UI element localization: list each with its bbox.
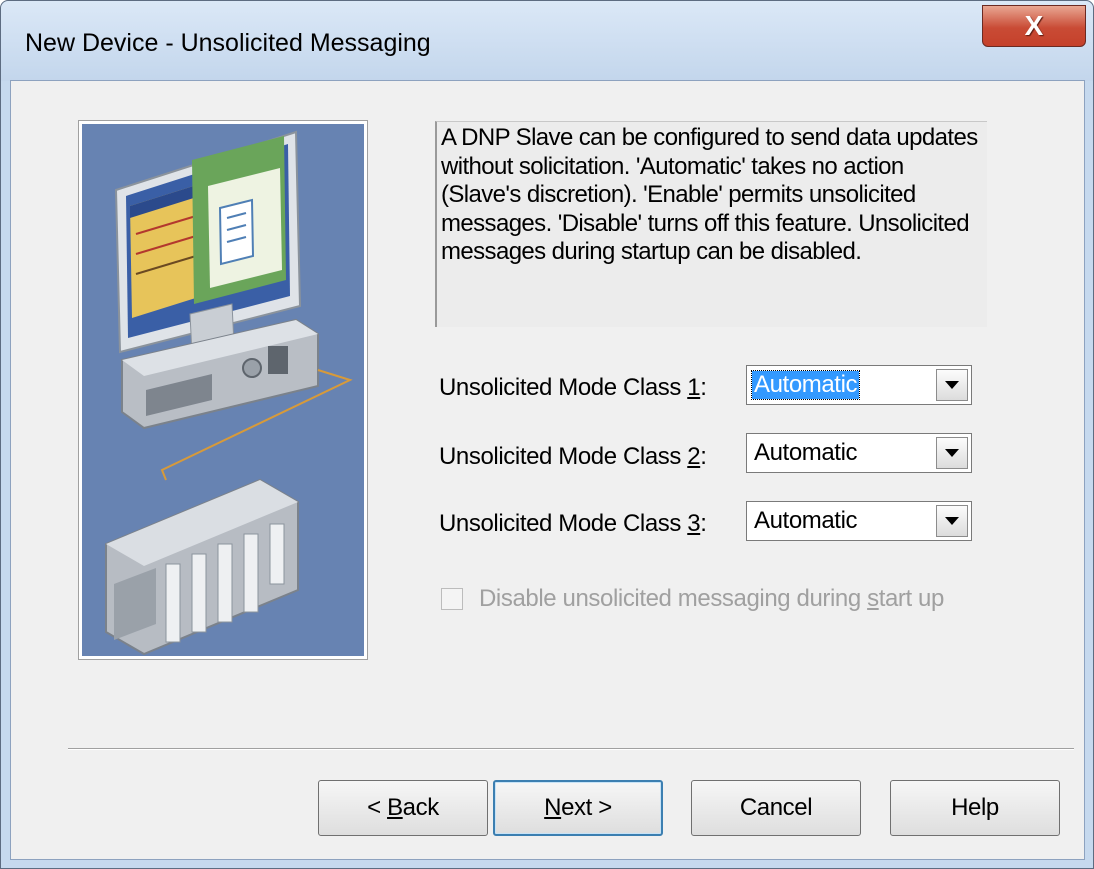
- next-button[interactable]: Next >: [493, 780, 663, 836]
- class2-value: Automatic: [754, 439, 858, 466]
- close-icon: X: [1024, 10, 1044, 41]
- class2-label: Unsolicited Mode Class 2:: [439, 443, 707, 470]
- chevron-down-icon: [945, 380, 959, 389]
- dialog-body: A DNP Slave can be configured to send da…: [10, 80, 1085, 860]
- close-button[interactable]: X: [982, 5, 1086, 47]
- class1-dropdown[interactable]: Automatic: [746, 365, 972, 405]
- disable-startup-checkbox[interactable]: [441, 588, 463, 610]
- dialog-window: New Device - Unsolicited Messaging X A D…: [0, 0, 1094, 869]
- title-bar[interactable]: New Device - Unsolicited Messaging X: [1, 1, 1093, 81]
- class2-dropdown[interactable]: Automatic: [746, 433, 972, 473]
- back-button-label: < Back: [367, 794, 439, 821]
- back-button[interactable]: < Back: [318, 780, 488, 836]
- class2-dropdown-button[interactable]: [936, 437, 968, 469]
- help-button[interactable]: Help: [890, 780, 1060, 836]
- disable-startup-label: Disable unsolicited messaging during sta…: [479, 585, 944, 612]
- window-title: New Device - Unsolicited Messaging: [25, 29, 431, 57]
- chevron-down-icon: [945, 448, 959, 457]
- class1-value: Automatic: [750, 370, 861, 400]
- computer-plc-illustration: [78, 120, 368, 660]
- class1-label: Unsolicited Mode Class 1:: [439, 374, 707, 401]
- class1-dropdown-button[interactable]: [936, 369, 968, 401]
- class3-dropdown-button[interactable]: [936, 505, 968, 537]
- cancel-button[interactable]: Cancel: [691, 780, 861, 836]
- description-text: A DNP Slave can be configured to send da…: [435, 121, 987, 327]
- class3-dropdown[interactable]: Automatic: [746, 501, 972, 541]
- class3-value: Automatic: [754, 507, 858, 534]
- class3-label: Unsolicited Mode Class 3:: [439, 510, 707, 537]
- disable-startup-checkbox-row[interactable]: Disable unsolicited messaging during sta…: [441, 585, 944, 613]
- chevron-down-icon: [945, 516, 959, 525]
- next-button-label: Next >: [544, 794, 612, 821]
- illustration-graphic: [105, 130, 353, 656]
- footer-separator: [68, 748, 1074, 750]
